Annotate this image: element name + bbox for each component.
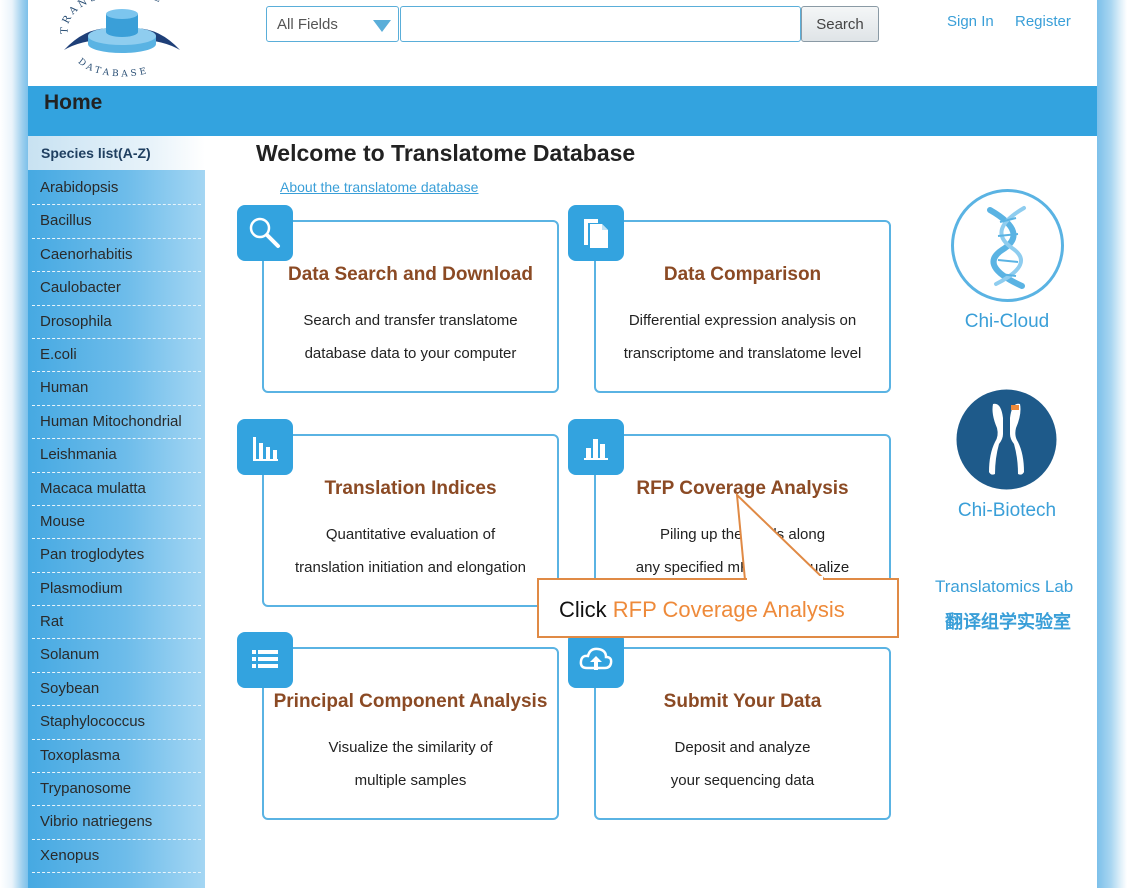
svg-text:DATABASE: DATABASE bbox=[76, 57, 150, 80]
card-title[interactable]: Data Search and Download bbox=[264, 264, 557, 286]
search-icon[interactable] bbox=[237, 205, 293, 261]
lab-name-en[interactable]: Translatomics Lab bbox=[935, 577, 1073, 597]
card-desc-line: Piling up the reads along bbox=[659, 526, 826, 543]
callout-text: Click RFP Coverage Analysis bbox=[559, 597, 845, 623]
lab-name-cn[interactable]: 翻译组学实验室 bbox=[945, 608, 1071, 634]
card-description: Deposit and analyze your sequencing data bbox=[596, 731, 889, 797]
card-data-search[interactable]: Data Search and Download Search and tran… bbox=[262, 220, 559, 393]
home-nav-bar: Home bbox=[28, 86, 1097, 136]
sign-in-link[interactable]: Sign In bbox=[947, 13, 994, 30]
column-chart-icon[interactable] bbox=[568, 419, 624, 475]
chevron-down-icon bbox=[373, 20, 391, 32]
card-description: Piling up the reads along any specified … bbox=[596, 518, 889, 584]
species-item[interactable]: Solanum bbox=[32, 639, 201, 673]
card-title[interactable]: RFP Coverage Analysis bbox=[596, 478, 889, 500]
species-item[interactable]: Caenorhabitis bbox=[32, 239, 201, 273]
card-translation-indices[interactable]: Translation Indices Quantitative evaluat… bbox=[262, 434, 559, 607]
species-item[interactable]: Human bbox=[32, 372, 201, 406]
document-icon[interactable] bbox=[568, 205, 624, 261]
list-icon[interactable] bbox=[237, 632, 293, 688]
species-item[interactable]: Bacillus bbox=[32, 205, 201, 239]
card-desc-line: multiple samples bbox=[354, 772, 467, 789]
chi-biotech-label[interactable]: Chi-Biotech bbox=[937, 500, 1077, 522]
chi-biotech-logo[interactable] bbox=[955, 388, 1058, 491]
species-item[interactable]: Caulobacter bbox=[32, 272, 201, 306]
card-title[interactable]: Principal Component Analysis bbox=[264, 691, 557, 713]
card-desc-line: database data to your computer bbox=[304, 345, 517, 362]
species-item[interactable]: Leishmania bbox=[32, 439, 201, 473]
card-title[interactable]: Submit Your Data bbox=[596, 691, 889, 713]
species-item[interactable]: Rat bbox=[32, 606, 201, 640]
page-edge-left bbox=[0, 0, 28, 888]
species-item[interactable]: Arabidopsis bbox=[32, 172, 201, 206]
page-title: Welcome to Translatome Database bbox=[256, 140, 636, 166]
species-item[interactable]: Xenopus bbox=[32, 840, 201, 874]
card-submit-data[interactable]: Submit Your Data Deposit and analyze you… bbox=[594, 647, 891, 820]
card-data-comparison[interactable]: Data Comparison Differential expression … bbox=[594, 220, 891, 393]
card-title[interactable]: Data Comparison bbox=[596, 264, 889, 286]
species-item[interactable]: Macaca mulatta bbox=[32, 473, 201, 506]
search-input[interactable] bbox=[400, 6, 801, 42]
search-button[interactable]: Search bbox=[801, 6, 879, 42]
species-item[interactable]: Vibrio natriegens bbox=[32, 806, 201, 840]
card-desc-line: Deposit and analyze bbox=[674, 739, 811, 756]
species-list-heading-label: Species list(A-Z) bbox=[41, 145, 151, 161]
species-list-heading: Species list(A-Z) bbox=[28, 136, 205, 170]
chi-cloud-logo[interactable] bbox=[950, 188, 1065, 303]
species-item[interactable]: Pan troglodytes bbox=[32, 539, 201, 573]
search-field-select[interactable]: All Fields bbox=[266, 6, 399, 42]
species-item[interactable]: E.coli bbox=[32, 339, 201, 373]
species-item[interactable]: Staphylococcus bbox=[32, 706, 201, 740]
card-desc-line: Visualize the similarity of bbox=[328, 739, 493, 756]
card-desc-line: your sequencing data bbox=[670, 772, 815, 789]
cloud-upload-icon[interactable] bbox=[568, 632, 624, 688]
register-link[interactable]: Register bbox=[1015, 13, 1071, 30]
search-field-value: All Fields bbox=[277, 16, 338, 33]
species-item[interactable]: Mouse bbox=[32, 506, 201, 540]
logo-bottom-text: DATABASE bbox=[76, 57, 147, 80]
card-desc-line: transcriptome and translatome level bbox=[623, 345, 862, 362]
translatome-logo[interactable]: TRANSLATOME DATABASE bbox=[60, 0, 186, 84]
card-description: Differential expression analysis on tran… bbox=[596, 304, 889, 370]
species-item[interactable]: Drosophila bbox=[32, 306, 201, 339]
card-desc-line: Quantitative evaluation of bbox=[325, 526, 496, 543]
species-item[interactable]: Plasmodium bbox=[32, 573, 201, 607]
card-desc-line: Differential expression analysis on bbox=[628, 312, 857, 329]
callout-box: Click RFP Coverage Analysis bbox=[537, 578, 899, 638]
card-description: Quantitative evaluation of translation i… bbox=[264, 518, 557, 584]
species-list: Arabidopsis Bacillus Caenorhabitis Caulo… bbox=[32, 172, 201, 874]
card-description: Visualize the similarity of multiple sam… bbox=[264, 731, 557, 797]
card-description: Search and transfer translatome database… bbox=[264, 304, 557, 370]
species-item[interactable]: Trypanosome bbox=[32, 773, 201, 807]
species-item[interactable]: Soybean bbox=[32, 673, 201, 707]
species-item[interactable]: Human Mitochondrial bbox=[32, 406, 201, 440]
card-desc-line: translation initiation and elongation bbox=[295, 559, 526, 576]
card-desc-line: Search and transfer translatome bbox=[303, 312, 518, 329]
bar-chart-icon[interactable] bbox=[237, 419, 293, 475]
home-link[interactable]: Home bbox=[44, 91, 102, 115]
page-edge-right bbox=[1097, 0, 1133, 888]
card-title[interactable]: Translation Indices bbox=[264, 478, 557, 500]
callout-highlight: RFP Coverage Analysis bbox=[612, 597, 845, 622]
species-sidebar: Species list(A-Z) Arabidopsis Bacillus C… bbox=[28, 136, 205, 888]
callout-prefix: Click bbox=[559, 597, 613, 622]
species-item[interactable]: Toxoplasma bbox=[32, 740, 201, 774]
about-link[interactable]: About the translatome database bbox=[280, 179, 478, 195]
chi-cloud-label[interactable]: Chi-Cloud bbox=[937, 311, 1077, 333]
card-pca[interactable]: Principal Component Analysis Visualize t… bbox=[262, 647, 559, 820]
